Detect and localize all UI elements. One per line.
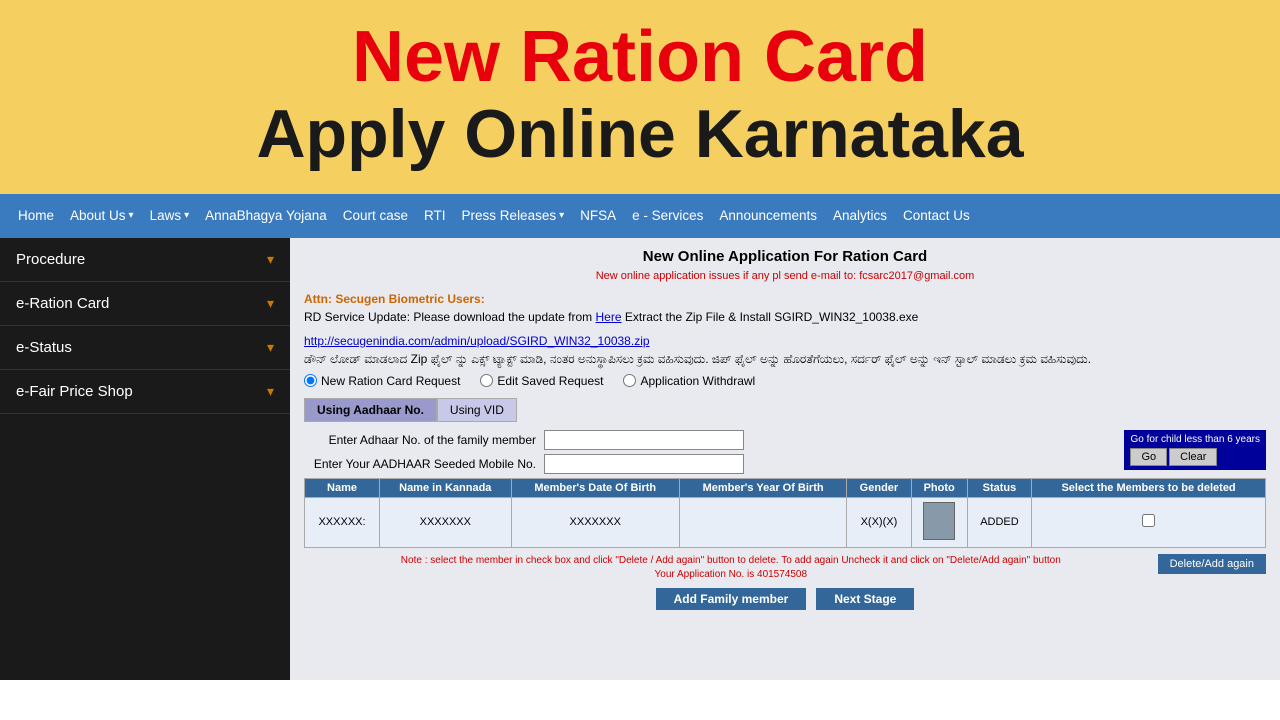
col-yob: Member's Year Of Birth <box>679 478 846 497</box>
nav-about-us[interactable]: About Us ▾ <box>62 208 142 223</box>
radio-edit-request[interactable]: Edit Saved Request <box>480 374 603 388</box>
sidebar-item-procedure[interactable]: Procedure ▾ <box>0 238 290 282</box>
delete-add-button[interactable]: Delete/Add again <box>1158 554 1266 574</box>
go-clear-box: Go for child less than 6 years Go Clear <box>1124 430 1266 470</box>
cell-checkbox[interactable] <box>1032 497 1266 547</box>
tab-vid[interactable]: Using VID <box>437 398 517 422</box>
nav-contact-us[interactable]: Contact Us <box>895 208 978 223</box>
cell-name-kannada: XXXXXXX <box>380 497 512 547</box>
cell-status: ADDED <box>967 497 1031 547</box>
table-row: XXXXXX: XXXXXXX XXXXXXX X(X)(X) ADDED <box>305 497 1266 547</box>
delete-checkbox[interactable] <box>1142 514 1155 527</box>
members-table: Name Name in Kannada Member's Date Of Bi… <box>304 478 1266 548</box>
col-photo: Photo <box>911 478 967 497</box>
sidebar-procedure-label: Procedure <box>16 251 85 268</box>
col-dob: Member's Date Of Birth <box>511 478 679 497</box>
col-name: Name <box>305 478 380 497</box>
hero-title-line1: New Ration Card <box>20 18 1260 97</box>
nav-home[interactable]: Home <box>10 208 62 223</box>
aadhaar-label: Enter Adhaar No. of the family member <box>304 433 544 447</box>
sidebar: Procedure ▾ e-Ration Card ▾ e-Status ▾ e… <box>0 238 290 680</box>
mobile-input[interactable] <box>544 454 744 474</box>
avatar <box>923 502 955 540</box>
cell-gender: X(X)(X) <box>847 497 911 547</box>
cell-name: XXXXXX: <box>305 497 380 547</box>
radio-new-request[interactable]: New Ration Card Request <box>304 374 460 388</box>
hero-title-line2: Apply Online Karnataka <box>20 97 1260 172</box>
tab-aadhaar[interactable]: Using Aadhaar No. <box>304 398 437 422</box>
sidebar-e-ration-label: e-Ration Card <box>16 295 109 312</box>
nav-bar: Home About Us ▾ Laws ▾ AnnaBhagya Yojana… <box>0 194 1280 238</box>
cell-yob <box>679 497 846 547</box>
chevron-down-icon: ▾ <box>267 251 274 268</box>
col-name-kannada: Name in Kannada <box>380 478 512 497</box>
tab-row: Using Aadhaar No. Using VID <box>304 398 1266 422</box>
nav-analytics[interactable]: Analytics <box>825 208 895 223</box>
aadhaar-field-row: Enter Adhaar No. of the family member <box>304 430 744 450</box>
radio-options: New Ration Card Request Edit Saved Reque… <box>304 374 1266 388</box>
notice-block: Attn: Secugen Biometric Users: RD Servic… <box>304 290 1266 326</box>
form-email-notice: New online application issues if any pl … <box>304 270 1266 282</box>
nav-press-releases[interactable]: Press Releases ▾ <box>454 208 573 223</box>
form-inputs-section: Enter Adhaar No. of the family member En… <box>304 430 1266 478</box>
hero-banner: New Ration Card Apply Online Karnataka <box>0 0 1280 194</box>
rd-service-text: RD Service Update: Please download the u… <box>304 310 592 324</box>
chevron-down-icon: ▾ <box>267 383 274 400</box>
nav-e-services[interactable]: e - Services <box>624 208 711 223</box>
sidebar-item-e-status[interactable]: e-Status ▾ <box>0 326 290 370</box>
form-title: New Online Application For Ration Card <box>304 248 1266 265</box>
add-family-member-button[interactable]: Add Family member <box>656 588 807 610</box>
radio-application-withdrawl[interactable]: Application Withdrawl <box>623 374 755 388</box>
delete-note: Note : select the member in check box an… <box>304 554 1266 582</box>
go-clear-label: Go for child less than 6 years <box>1130 434 1260 445</box>
nav-laws[interactable]: Laws ▾ <box>142 208 198 223</box>
chevron-down-icon: ▾ <box>267 295 274 312</box>
sidebar-item-e-fair-price-shop[interactable]: e-Fair Price Shop ▾ <box>0 370 290 414</box>
aadhaar-input[interactable] <box>544 430 744 450</box>
col-gender: Gender <box>847 478 911 497</box>
nav-court-case[interactable]: Court case <box>335 208 416 223</box>
col-status: Status <box>967 478 1031 497</box>
main-content: Procedure ▾ e-Ration Card ▾ e-Status ▾ e… <box>0 238 1280 680</box>
rd-service-text2: Extract the Zip File & Install SGIRD_WIN… <box>625 310 918 324</box>
nav-annabhagya[interactable]: AnnaBhagya Yojana <box>197 208 335 223</box>
kannada-link[interactable]: http://secugenindia.com/admin/upload/SGI… <box>304 334 650 348</box>
cell-photo <box>911 497 967 547</box>
sidebar-item-e-ration-card[interactable]: e-Ration Card ▾ <box>0 282 290 326</box>
mobile-field-row: Enter Your AADHAAR Seeded Mobile No. <box>304 454 744 474</box>
nav-nfsa[interactable]: NFSA <box>572 208 624 223</box>
kannada-notice: http://secugenindia.com/admin/upload/SGI… <box>304 332 1266 368</box>
next-stage-button[interactable]: Next Stage <box>816 588 914 610</box>
sidebar-e-fair-price-label: e-Fair Price Shop <box>16 383 133 400</box>
attn-label: Attn: Secugen Biometric Users: <box>304 292 485 306</box>
content-area: New Online Application For Ration Card N… <box>290 238 1280 680</box>
here-link[interactable]: Here <box>596 310 622 324</box>
cell-dob: XXXXXXX <box>511 497 679 547</box>
bottom-buttons: Add Family member Next Stage <box>304 588 1266 610</box>
nav-announcements[interactable]: Announcements <box>711 208 825 223</box>
col-select: Select the Members to be deleted <box>1032 478 1266 497</box>
go-button[interactable]: Go <box>1130 448 1167 466</box>
kannada-text: ಡೌನ್ ಲೋಡ್ ಮಾಡಲಾದ Zip ಫೈಲ್ ನ್ನು ಎಕ್ಸ್ ಟ್ಯ… <box>304 352 1091 366</box>
clear-button[interactable]: Clear <box>1169 448 1217 466</box>
nav-rti[interactable]: RTI <box>416 208 454 223</box>
mobile-label: Enter Your AADHAAR Seeded Mobile No. <box>304 457 544 471</box>
chevron-down-icon: ▾ <box>267 339 274 356</box>
sidebar-e-status-label: e-Status <box>16 339 72 356</box>
